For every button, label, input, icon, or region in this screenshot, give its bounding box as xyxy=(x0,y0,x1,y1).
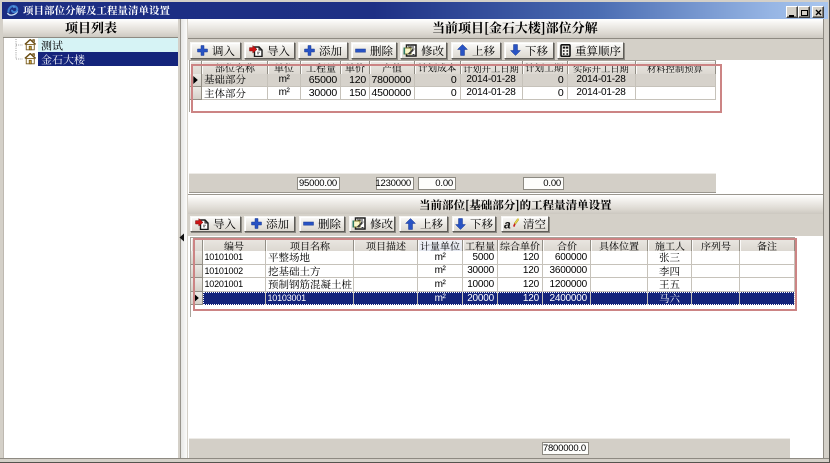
svg-text:a: a xyxy=(504,218,511,231)
